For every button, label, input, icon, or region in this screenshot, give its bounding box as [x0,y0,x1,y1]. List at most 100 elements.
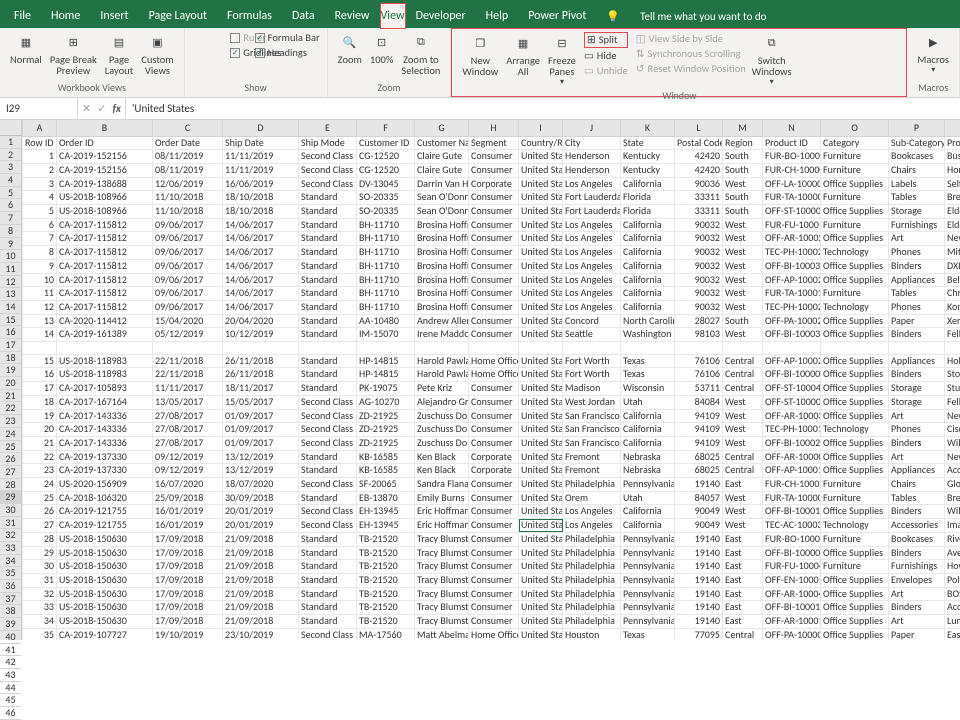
cell[interactable]: California [621,259,675,273]
header-cell[interactable]: Customer Name [415,136,469,150]
cell[interactable]: Zuschuss Do [415,423,469,437]
cell[interactable]: Brosina Hoffman [415,232,469,246]
cell[interactable]: 13 [23,314,57,328]
cell[interactable]: California [621,505,675,519]
header-cell[interactable]: Category [821,136,889,150]
cell[interactable]: West [723,519,763,533]
cell[interactable]: United States [519,300,563,314]
cell[interactable]: 08/11/2019 [153,163,223,177]
cell[interactable]: 77095 [675,628,723,640]
cell[interactable]: EB-13870 [357,491,415,505]
header-cell[interactable]: Region [723,136,763,150]
cell[interactable]: CA-2017-115812 [57,232,153,246]
cell[interactable]: Consumer [469,382,519,396]
header-cell[interactable]: City [563,136,621,150]
cell[interactable]: Office Supplies [821,328,889,342]
cell[interactable]: California [621,436,675,450]
cell[interactable]: PK-19075 [357,382,415,396]
cell[interactable]: Phones [889,423,945,437]
cell[interactable]: United States [519,628,563,640]
cell[interactable]: 90032 [675,273,723,287]
cell[interactable]: FUR-CH-10000454 [763,163,821,177]
cell[interactable]: CA-2017-143336 [57,409,153,423]
cell[interactable]: Labels [889,177,945,191]
cell[interactable]: Utah [621,395,675,409]
cell[interactable]: Office Supplies [821,368,889,382]
cell[interactable]: Bookcases [889,532,945,546]
cell[interactable]: Standard [299,382,357,396]
cell[interactable]: Furniture [821,491,889,505]
cell[interactable]: South [723,163,763,177]
cell[interactable]: Second Class [299,163,357,177]
cell[interactable]: Fort Lauderdale [563,191,621,205]
cell[interactable]: Sean O'Donnell [415,205,469,219]
cell[interactable]: Brosina Hoffman [415,246,469,260]
col-header[interactable]: N [763,120,821,136]
cell[interactable]: Pennsylvania [621,546,675,560]
cell[interactable] [23,342,57,355]
cell[interactable]: United States [519,314,563,328]
cell[interactable]: West [723,232,763,246]
switch-windows-button[interactable]: ⧉Switch Windows▾ [748,31,796,89]
cell[interactable]: OFF-BI-10001525 [763,601,821,615]
cell[interactable]: CG-12520 [357,163,415,177]
cell[interactable]: CA-2019-107727 [57,628,153,640]
cell[interactable]: 24 [23,478,57,492]
cell[interactable]: 90032 [675,246,723,260]
cell[interactable]: OFF-ST-10000760 [763,205,821,219]
cell[interactable]: OFF-AR-10000246 [763,450,821,464]
cell[interactable]: Los Angeles [563,259,621,273]
cell[interactable]: Philadelphia [563,546,621,560]
cell[interactable]: 14/06/2017 [223,259,299,273]
cell[interactable]: 14/06/2017 [223,273,299,287]
cell[interactable]: Office Supplies [821,587,889,601]
cell[interactable]: Pennsylvania [621,573,675,587]
cell[interactable]: Consumer [469,546,519,560]
cell[interactable]: United States [519,218,563,232]
cell[interactable]: US-2018-150630 [57,601,153,615]
col-header[interactable]: E [299,120,357,136]
cell[interactable]: California [621,218,675,232]
cell[interactable]: TEC-PH-10002275 [763,246,821,260]
cell[interactable]: Appliances [889,354,945,368]
cell[interactable]: Art [889,450,945,464]
cell[interactable]: Standard [299,546,357,560]
cell[interactable]: Los Angeles [563,273,621,287]
cell[interactable]: Pennsylvania [621,478,675,492]
cell[interactable]: Standard [299,246,357,260]
cell[interactable]: Consumer [469,287,519,301]
cell[interactable]: Sean O'Donnell [415,191,469,205]
cell[interactable]: United States [519,615,563,629]
cell[interactable]: OFF-AR-10004042 [763,587,821,601]
cell[interactable]: MA-17560 [357,628,415,640]
header-cell[interactable]: Product Name [945,136,960,150]
cell[interactable]: Orem [563,491,621,505]
header-cell[interactable]: State [621,136,675,150]
cell[interactable]: 09/06/2017 [153,218,223,232]
cell[interactable]: Standard [299,368,357,382]
cell[interactable]: OFF-LA-10000240 [763,177,821,191]
cell[interactable] [469,342,519,355]
cell[interactable]: DV-13045 [357,177,415,191]
cell[interactable]: 09/06/2017 [153,246,223,260]
cell[interactable]: 16/07/2020 [153,478,223,492]
cell[interactable]: Office Supplies [821,409,889,423]
cell[interactable]: Office Supplies [821,259,889,273]
cell[interactable]: Binders [889,546,945,560]
cell[interactable]: FUR-CH-10002774 [763,478,821,492]
cell[interactable]: San Francisco [563,423,621,437]
cell[interactable]: Standard [299,218,357,232]
cell[interactable]: Office Supplies [821,395,889,409]
cell[interactable]: US-2018-150630 [57,587,153,601]
cell[interactable]: West [723,218,763,232]
cell[interactable]: Tables [889,491,945,505]
cell[interactable]: Eric Hoffmann [415,505,469,519]
cell[interactable]: Central [723,464,763,478]
formula-bar-checkbox[interactable]: Formula Bar [255,31,320,45]
cell[interactable]: Consumer [469,409,519,423]
cell[interactable]: Furniture [821,478,889,492]
cell[interactable]: Fremont [563,450,621,464]
cell[interactable]: OFF-BI-10000756 [763,368,821,382]
cell[interactable]: United States [519,464,563,478]
cell[interactable]: 15 [23,354,57,368]
